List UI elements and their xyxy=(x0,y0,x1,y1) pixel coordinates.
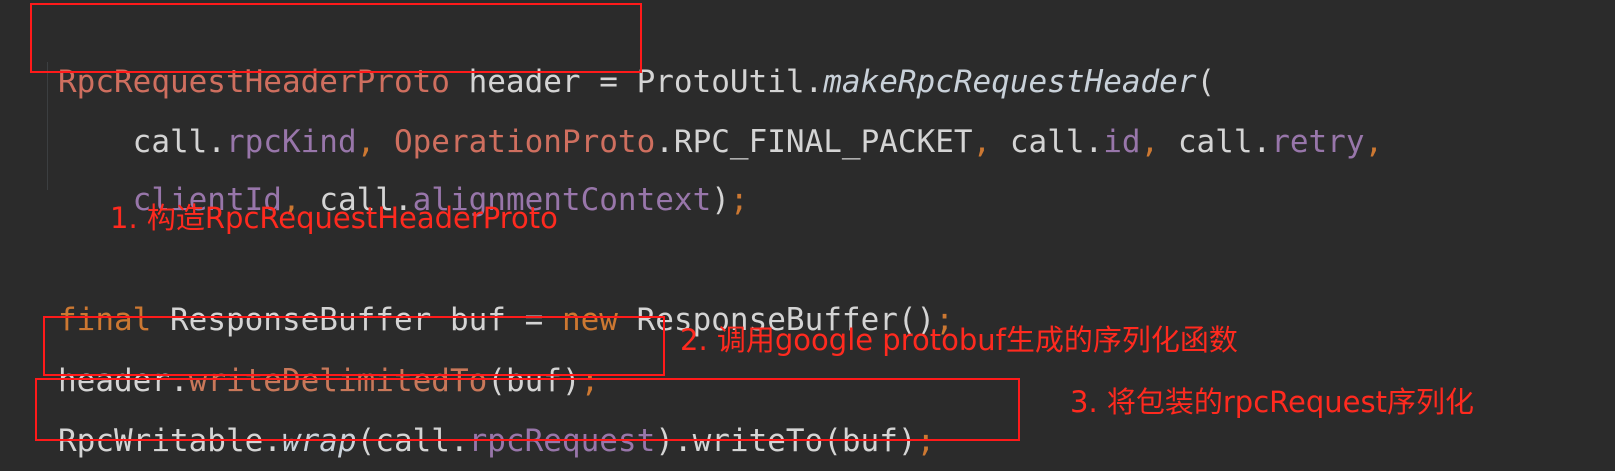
annotation-3: 3. 将包装的rpcRequest序列化 xyxy=(1070,385,1474,419)
comma: , xyxy=(972,124,1010,160)
close-paren: ) xyxy=(711,182,730,218)
field-token: retry xyxy=(1271,124,1365,160)
annotation-2: 2. 调用google protobuf生成的序列化函数 xyxy=(680,323,1238,357)
code-token: call. xyxy=(1009,124,1104,160)
highlight-box-rpc-writable xyxy=(35,378,1020,441)
comma: , xyxy=(1140,124,1178,160)
comma: , xyxy=(1364,124,1384,160)
field-token: id xyxy=(1103,124,1141,160)
highlight-box-write-delimited xyxy=(43,316,665,376)
highlight-box-header-decl xyxy=(30,3,642,73)
indent-guide xyxy=(47,62,48,190)
annotation-1: 1. 构造RpcRequestHeaderProto xyxy=(110,201,558,235)
semicolon: ; xyxy=(729,182,749,218)
code-token: call. xyxy=(1177,124,1272,160)
